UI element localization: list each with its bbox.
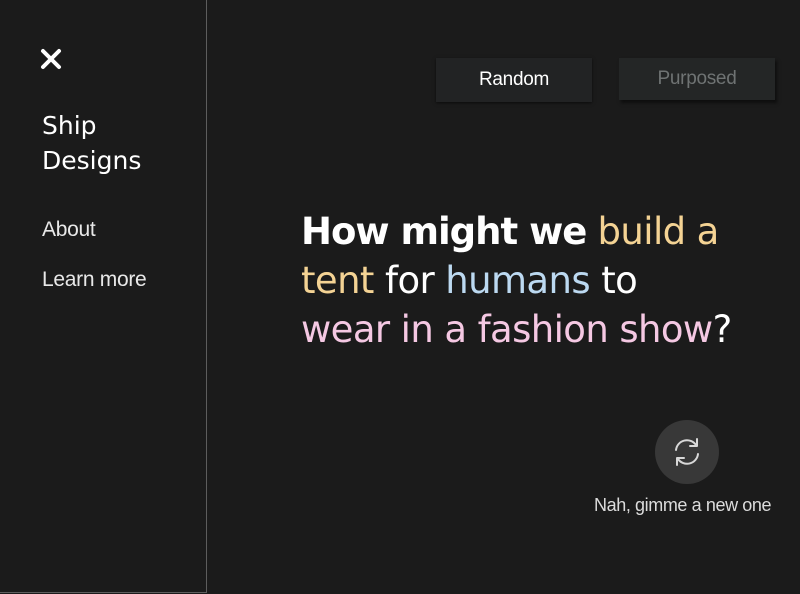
prompt-lead: How might we bbox=[301, 210, 587, 253]
refresh-icon bbox=[675, 438, 699, 466]
prompt-connector: for bbox=[385, 259, 435, 302]
prompt-action-part-2: tent bbox=[301, 259, 374, 302]
brand-line-1: Ship bbox=[42, 111, 97, 140]
prompt-to: to bbox=[601, 259, 638, 302]
prompt-audience: humans bbox=[445, 259, 591, 302]
sidebar: Ship Designs About Learn more bbox=[0, 0, 207, 593]
random-mode-button[interactable]: Random bbox=[436, 58, 592, 102]
headline-line-1: How might we build a bbox=[301, 207, 781, 256]
purposed-mode-button[interactable]: Purposed bbox=[619, 58, 775, 100]
headline-line-2: tent for humans to bbox=[301, 256, 781, 305]
brand-line-2: Designs bbox=[42, 146, 142, 175]
prompt-end: ? bbox=[712, 308, 733, 351]
prompt-action-part-1: build a bbox=[597, 210, 720, 253]
refresh-caption: Nah, gimme a new one bbox=[594, 495, 772, 515]
prompt-context: wear in a fashion show bbox=[301, 308, 713, 351]
nav-link-learn-more[interactable]: Learn more bbox=[42, 268, 147, 292]
refresh-button[interactable] bbox=[655, 420, 719, 484]
headline-line-3: wear in a fashion show? bbox=[301, 305, 781, 354]
brand-title: Ship Designs bbox=[42, 108, 141, 178]
prompt-headline: How might we build a tent for humans to … bbox=[301, 207, 781, 354]
close-icon[interactable] bbox=[40, 48, 62, 70]
nav-link-about[interactable]: About bbox=[42, 218, 96, 242]
